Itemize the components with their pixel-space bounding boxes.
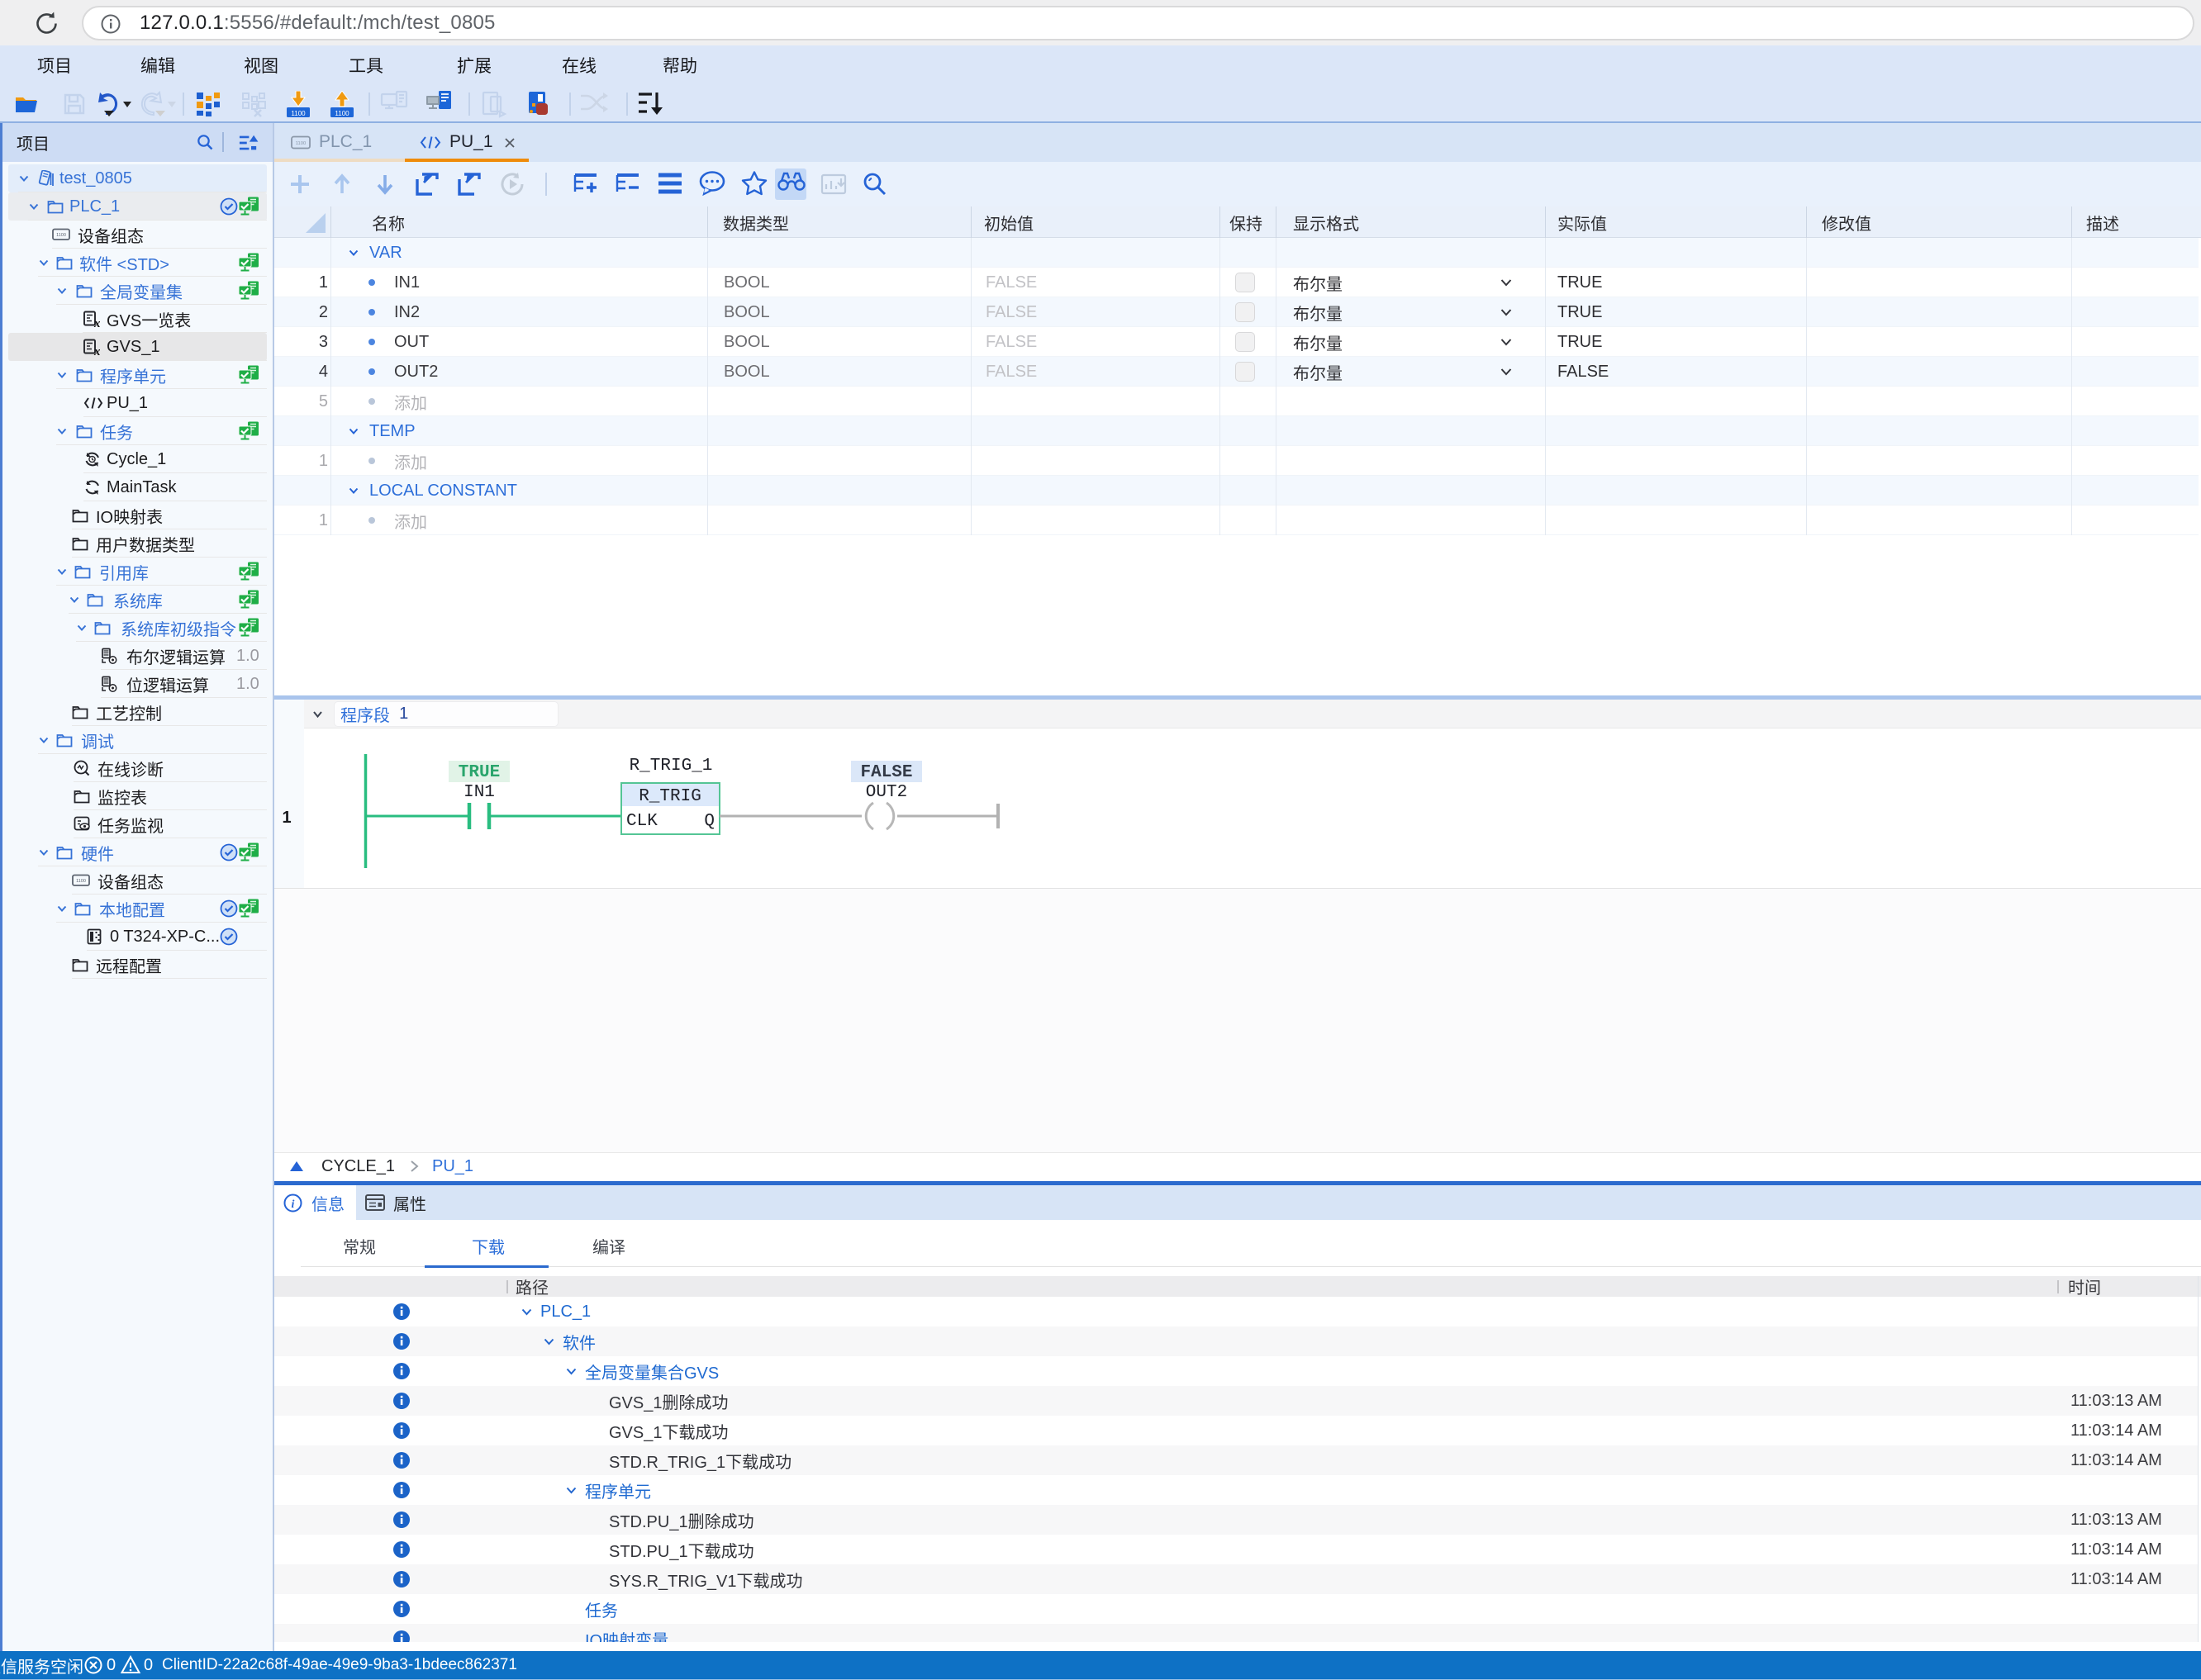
svg-text:Q: Q (704, 812, 715, 831)
svg-text:R_TRIG: R_TRIG (639, 787, 701, 806)
svg-text:FALSE: FALSE (860, 763, 912, 782)
svg-text:1100: 1100 (56, 233, 66, 238)
svg-text:1100: 1100 (291, 110, 306, 117)
svg-text:R_TRIG_1: R_TRIG_1 (630, 757, 713, 776)
svg-text:TRUE: TRUE (459, 763, 500, 782)
svg-text:OUT2: OUT2 (866, 783, 907, 802)
svg-text:1100: 1100 (76, 879, 86, 884)
svg-text:CLK: CLK (626, 812, 658, 831)
svg-text:IN1: IN1 (463, 783, 495, 802)
svg-text:x: x (93, 317, 100, 328)
svg-text:i: i (292, 1198, 295, 1211)
svg-text:x: x (93, 345, 100, 356)
svg-text:1100: 1100 (296, 141, 306, 146)
svg-text:1100: 1100 (335, 110, 349, 117)
